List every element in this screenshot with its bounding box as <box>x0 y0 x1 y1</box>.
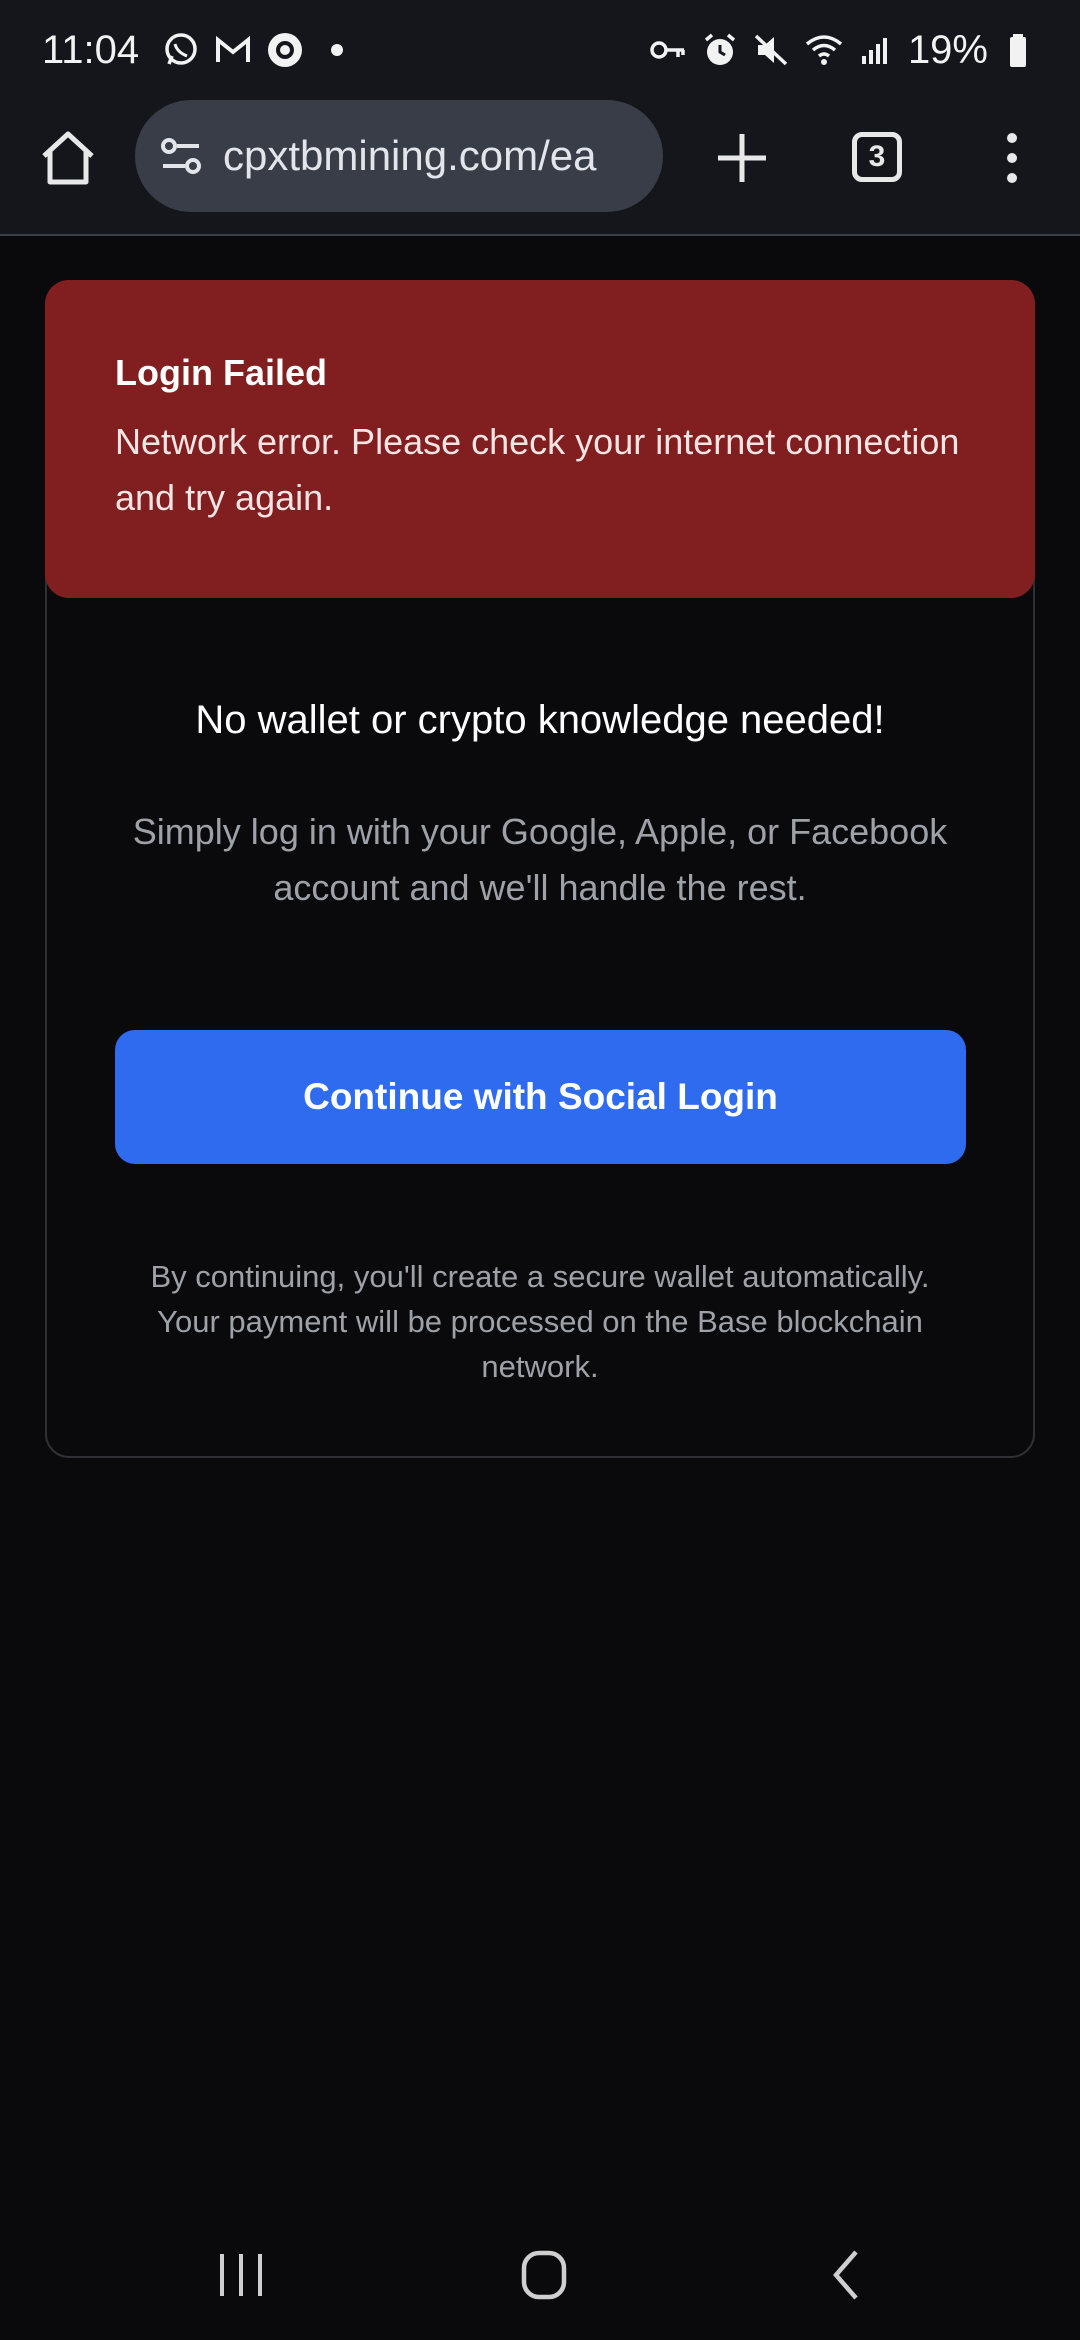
url-text: cpxtbmining.com/ea <box>223 132 597 179</box>
mute-icon <box>752 30 792 70</box>
gmail-icon <box>213 30 253 70</box>
menu-button[interactable] <box>990 128 1034 188</box>
social-login-button[interactable]: Continue with Social Login <box>115 1030 966 1164</box>
plus-icon <box>718 134 766 182</box>
status-right: 19% <box>648 28 1040 73</box>
status-left: 11:04 <box>42 27 344 73</box>
alarm-icon <box>700 30 740 70</box>
tab-switcher-button[interactable]: 3 <box>852 132 902 182</box>
site-settings-icon[interactable] <box>157 132 205 180</box>
battery-percent: 19% <box>907 27 988 72</box>
home-icon <box>42 131 94 185</box>
signal-icon <box>856 30 896 70</box>
new-tab-button[interactable] <box>706 122 778 194</box>
status-time: 11:04 <box>42 27 140 72</box>
navigation-bar <box>0 2210 1080 2340</box>
home-button[interactable] <box>36 126 100 190</box>
recents-icon <box>220 2254 262 2296</box>
error-alert: Login Failed Network error. Please check… <box>45 280 1035 598</box>
app-icon <box>265 30 305 70</box>
status-bar: 11:04 19% <box>0 0 1080 100</box>
home-nav-icon <box>521 2250 567 2300</box>
back-button[interactable] <box>802 2240 892 2310</box>
subtext: Simply log in with your Google, Apple, o… <box>132 811 948 908</box>
battery-icon <box>1000 30 1040 70</box>
home-nav-button[interactable] <box>499 2240 589 2310</box>
whatsapp-icon <box>161 30 201 70</box>
wifi-icon <box>804 30 844 70</box>
error-title: Login Failed <box>115 352 327 393</box>
headline: No wallet or crypto knowledge needed! <box>195 698 885 742</box>
error-message: Network error. Please check your interne… <box>115 421 960 518</box>
browser-toolbar: cpxtbmining.com/ea 3 <box>0 100 1080 236</box>
recent-apps-button[interactable] <box>196 2240 286 2310</box>
more-vert-icon <box>1007 133 1017 183</box>
fineprint: By continuing, you'll create a secure wa… <box>150 1259 930 1384</box>
address-bar[interactable]: cpxtbmining.com/ea <box>135 100 663 212</box>
vpn-key-icon <box>648 30 688 70</box>
back-icon <box>833 2250 858 2300</box>
dot-icon <box>331 44 344 56</box>
